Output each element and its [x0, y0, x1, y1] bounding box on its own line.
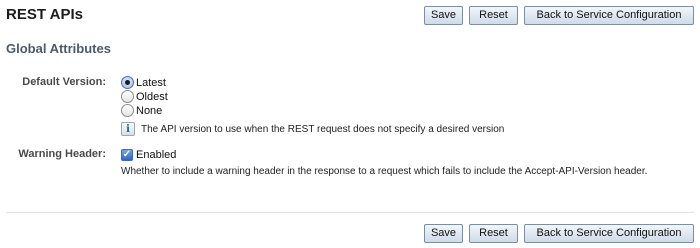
back-to-service-configuration-button[interactable]: Back to Service Configuration: [524, 224, 694, 243]
radio-option-latest[interactable]: Latest: [121, 76, 166, 89]
section-title: Global Attributes: [6, 41, 111, 56]
divider: [6, 212, 694, 213]
enabled-checkbox[interactable]: ✓: [121, 148, 133, 161]
default-version-help-text: The API version to use when the REST req…: [141, 123, 505, 135]
radio-button[interactable]: [121, 90, 134, 103]
reset-button[interactable]: Reset: [469, 6, 518, 25]
radio-label-none: None: [136, 104, 163, 117]
radio-dot: [125, 80, 130, 85]
radio-button[interactable]: [121, 104, 134, 117]
save-button[interactable]: Save: [424, 6, 463, 25]
radio-label-oldest: Oldest: [136, 90, 168, 103]
enabled-checkbox-label: Enabled: [136, 148, 177, 161]
top-button-bar: Save Reset Back to Service Configuration: [424, 6, 694, 25]
radio-label-latest: Latest: [136, 76, 166, 89]
warning-header-enabled-option[interactable]: ✓ Enabled: [121, 148, 176, 161]
warning-header-description: Whether to include a warning header in t…: [121, 166, 648, 177]
checkmark-icon: ✓: [122, 148, 132, 160]
radio-option-none[interactable]: None: [121, 104, 162, 117]
info-icon: i: [121, 122, 135, 136]
reset-button[interactable]: Reset: [469, 224, 518, 243]
back-to-service-configuration-button[interactable]: Back to Service Configuration: [524, 6, 694, 25]
save-button[interactable]: Save: [424, 224, 463, 243]
radio-option-oldest[interactable]: Oldest: [121, 90, 168, 103]
warning-header-label: Warning Header:: [18, 148, 106, 160]
radio-button-checked[interactable]: [121, 76, 134, 89]
page-title: REST APIs: [6, 6, 83, 23]
default-version-label: Default Version:: [22, 76, 106, 88]
bottom-button-bar: Save Reset Back to Service Configuration: [424, 224, 694, 243]
default-version-help: i The API version to use when the REST r…: [121, 122, 504, 136]
